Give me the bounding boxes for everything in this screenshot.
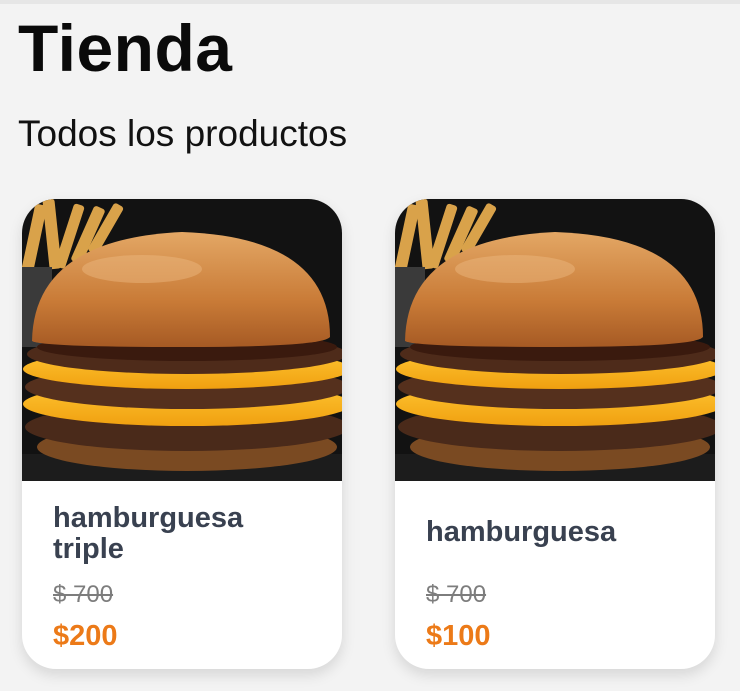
product-price: $200 <box>53 620 118 652</box>
burger-photo-image <box>395 199 715 481</box>
product-card-body: hamburguesa triple $ 700 $200 <box>22 481 342 669</box>
top-bar <box>0 0 740 4</box>
product-old-price: $ 700 <box>426 581 487 608</box>
burger-photo-image <box>22 199 342 481</box>
product-name: hamburguesa <box>426 516 617 548</box>
product-card-body: hamburguesa $ 700 $100 <box>395 481 715 669</box>
product-old-price: $ 700 <box>53 581 114 608</box>
product-name: hamburguesa triple <box>53 502 244 565</box>
product-card-hamburguesa-triple[interactable]: hamburguesa triple $ 700 $200 <box>22 199 342 669</box>
product-card-hamburguesa[interactable]: hamburguesa $ 700 $100 <box>395 199 715 669</box>
page-title: Tienda <box>18 11 233 85</box>
product-price: $100 <box>426 620 491 652</box>
section-title: Todos los productos <box>18 113 348 154</box>
